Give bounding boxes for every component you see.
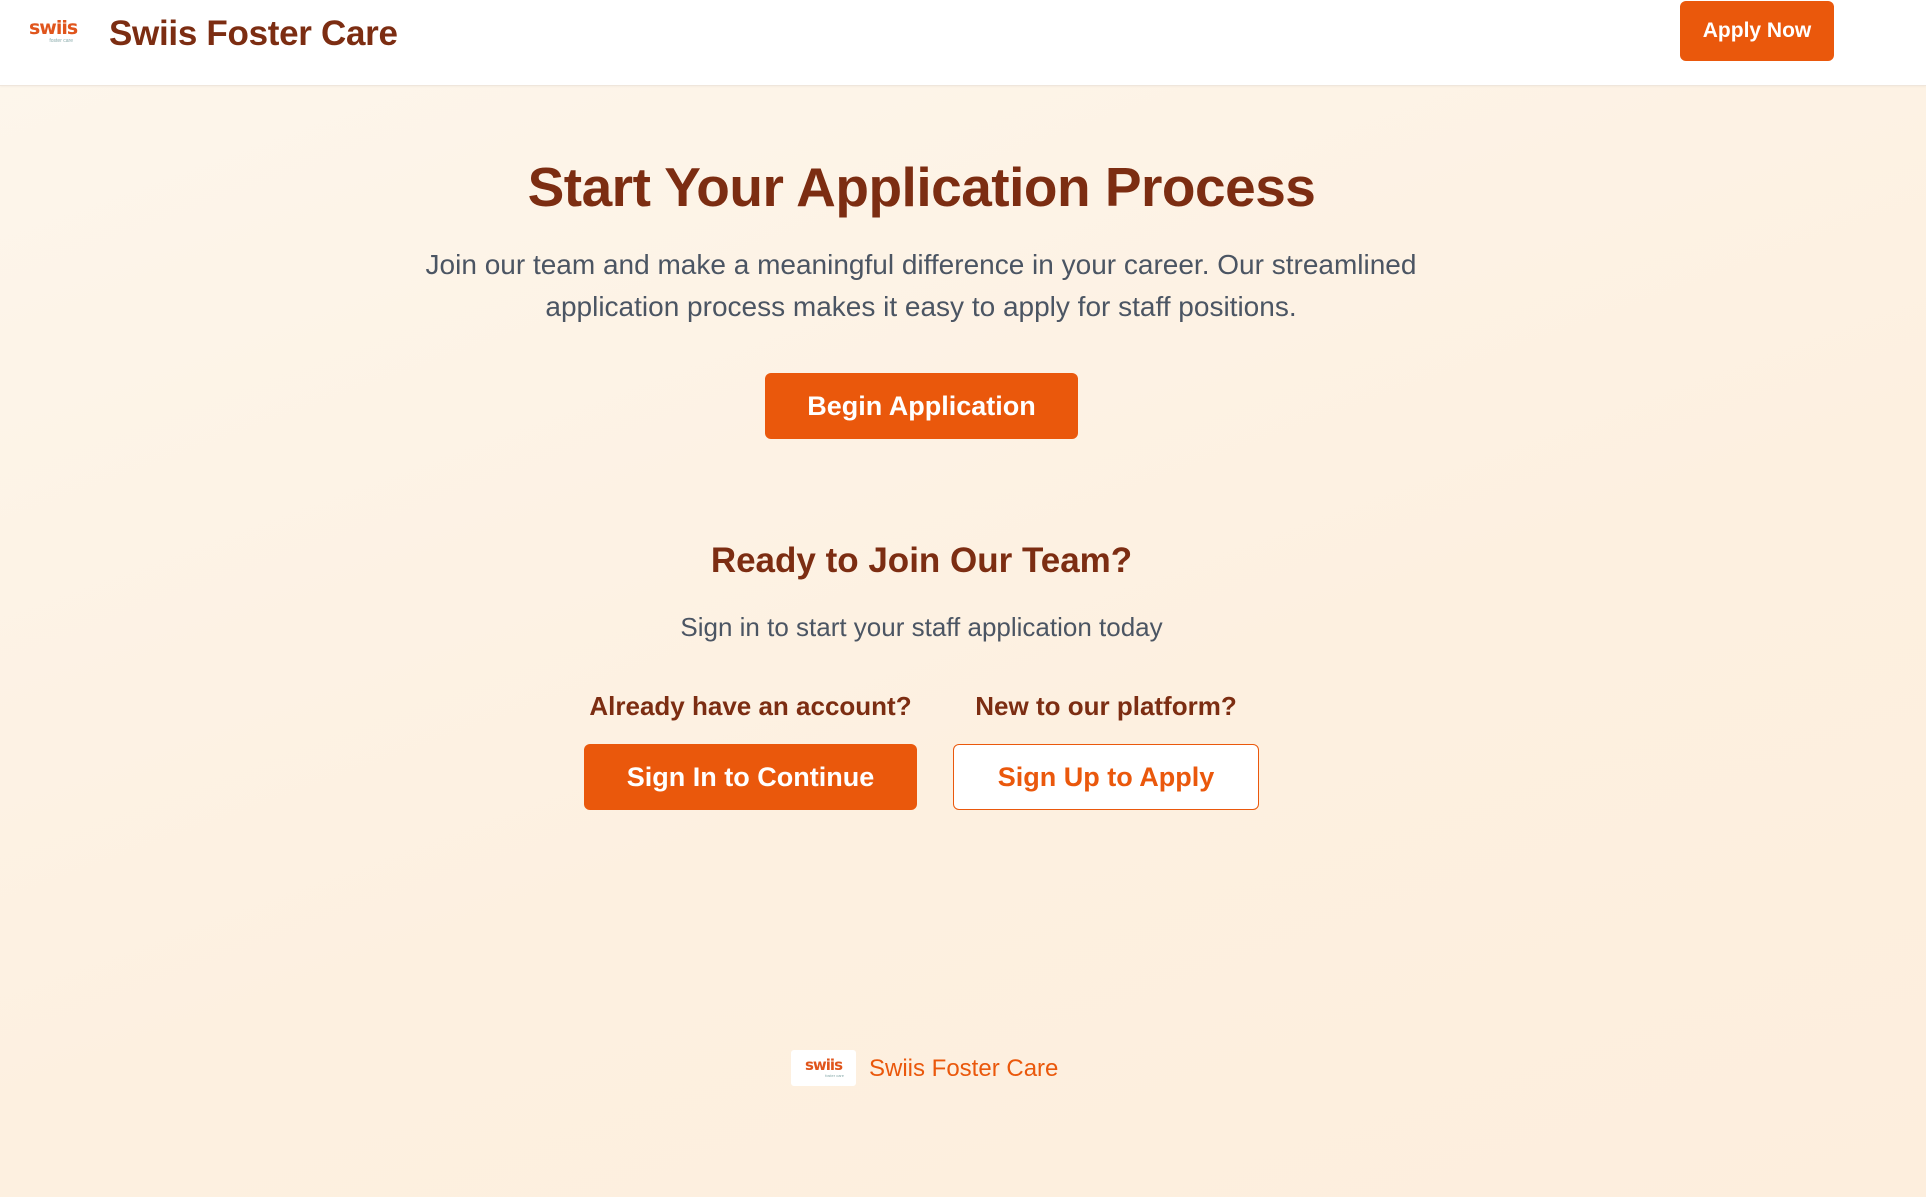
- footer-brand: Swiis Foster Care: [869, 1055, 1059, 1082]
- brand-title[interactable]: Swiis Foster Care: [109, 14, 398, 54]
- join-subtitle: Sign in to start your staff application …: [680, 612, 1163, 642]
- begin-application-button[interactable]: Begin Application: [765, 373, 1078, 439]
- footer-logo: swiis foster care: [791, 1050, 856, 1086]
- existing-account-label: Already have an account?: [589, 691, 912, 721]
- sign-in-button[interactable]: Sign In to Continue: [584, 744, 917, 810]
- apply-now-button[interactable]: Apply Now: [1680, 1, 1834, 61]
- footer-logo-wordmark: swiis: [805, 1056, 843, 1074]
- hero-title: Start Your Application Process: [527, 156, 1316, 218]
- join-title: Ready to Join Our Team?: [710, 541, 1133, 580]
- sign-up-button[interactable]: Sign Up to Apply: [953, 744, 1259, 810]
- swiis-logo[interactable]: swiis foster care: [29, 17, 78, 46]
- hero-subtitle: Join our team and make a meaningful diff…: [425, 249, 1417, 322]
- new-user-label: New to our platform?: [975, 691, 1237, 721]
- logo-wordmark: swiis: [29, 17, 78, 39]
- top-header: swiis foster care Swiis Foster Care Appl…: [0, 0, 1926, 86]
